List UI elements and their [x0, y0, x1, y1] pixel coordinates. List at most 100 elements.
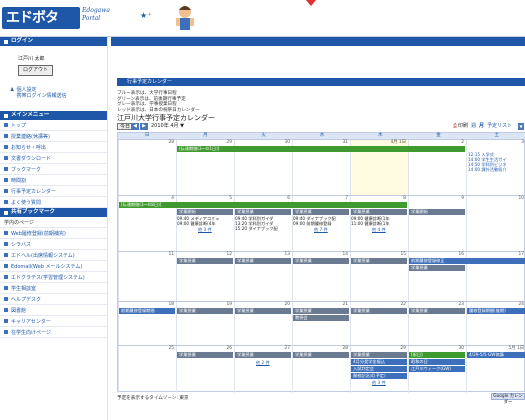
calendar-event[interactable]: [祝日]: [409, 352, 465, 358]
sidebar-item-main-6[interactable]: 行事予定カレンダー: [0, 186, 107, 197]
calendar-event[interactable]: 09:00 前期履修登録: [293, 221, 349, 227]
calendar-event[interactable]: 学業授業: [177, 308, 233, 314]
calendar-event[interactable]: 学業開始: [409, 209, 465, 215]
more-events-link[interactable]: 他 4 件: [372, 227, 386, 233]
calendar-event[interactable]: 学業授業: [351, 209, 407, 215]
calendar-event[interactable]: [伝達期間(3~4/8日)]: [119, 202, 407, 208]
day-number: 5月 1日: [508, 346, 524, 351]
day-cell[interactable]: 28: [118, 140, 176, 195]
settings-label: 個人設定 携帯ログイン情報送信: [16, 87, 67, 99]
sidebar-item-shared-3[interactable]: Edomail(Web メールシステム): [0, 261, 107, 272]
calendar-event[interactable]: 4/29-5/5 GW休講: [467, 352, 525, 358]
calendar-event[interactable]: 09:00 健康診断(4年: [177, 221, 233, 227]
calendar-event[interactable]: 学業授業: [235, 209, 291, 215]
calendar-event[interactable]: 履修登録期間(後期): [467, 308, 525, 314]
prev-month-button[interactable]: ◀: [131, 123, 139, 130]
calendar-toolbar: 今日 ◀ ▶ 2010年 4月 ▼ ⎙ 印刷 週 月 予定リスト ▼: [117, 123, 525, 131]
day-number: 28: [342, 346, 348, 351]
sidebar-item-shared-7[interactable]: 図書館: [0, 305, 107, 316]
calendar-event[interactable]: 学業授業: [235, 308, 291, 314]
month-calendar: 日 月 火 水 木 金 土 28 29 30 31 4月 1日 2 3 [伝達期…: [117, 132, 525, 393]
print-icon: ⎙: [453, 123, 458, 129]
calendar-event[interactable]: 学業授業: [177, 352, 233, 358]
week-row-4: 18 19 20 21 22 23 24 前期履修登録期間 学業授業 学業授業 …: [118, 301, 525, 345]
sidebar-item-label: ヘルプデスク: [11, 296, 42, 303]
login-title: ログイン: [11, 38, 34, 44]
calendar-event[interactable]: 江戸川ウィーク(GW): [409, 366, 465, 372]
square-icon: [4, 113, 8, 118]
more-events-link[interactable]: 他 7 件: [314, 227, 328, 233]
day-cell[interactable]: 10: [466, 196, 525, 251]
calendar-event[interactable]: 前期履修登録修正: [409, 258, 525, 264]
day-number: 15: [400, 252, 406, 257]
calendar-event[interactable]: 教授会: [293, 315, 349, 321]
month-selector[interactable]: 2010年 4月 ▼: [151, 123, 184, 130]
calendar-event[interactable]: 学業授業: [235, 258, 291, 264]
sidebar-item-main-4[interactable]: ブックマーク: [0, 164, 107, 175]
calendar-event[interactable]: 学業授業: [235, 352, 291, 358]
calendar-event[interactable]: 15:20 ダイナブック配: [235, 226, 291, 232]
more-events-link[interactable]: 他 3 件: [198, 227, 212, 233]
sidebar-item-main-0[interactable]: トップ: [0, 120, 107, 131]
agenda-dropdown-icon[interactable]: ▼: [518, 123, 524, 130]
more-events-link[interactable]: 他 2 件: [256, 360, 270, 366]
sidebar-item-main-2[interactable]: お知らせ・呼出: [0, 142, 107, 153]
timezone-label: 予定を表示するタイムゾーン: 東京: [117, 396, 189, 401]
calendar-event[interactable]: 前期履修登録期間: [119, 308, 175, 314]
main-content: 行事予定カレンダー ブルー表示は、大学行事日程 グリーン表示は、前後期行事予定 …: [111, 37, 525, 420]
calendar-event[interactable]: 学業開始: [177, 209, 233, 215]
calendar-event[interactable]: 学業授業: [409, 308, 465, 314]
calendar-event[interactable]: 昭和の日: [409, 359, 465, 365]
day-number: 23: [458, 302, 464, 307]
alert-arrow-icon: [306, 0, 316, 6]
logout-button[interactable]: ログアウト: [18, 65, 54, 76]
calendar-title: 江戸川大学行事予定カレンダー: [117, 114, 215, 122]
sidebar-item-shared-4[interactable]: エドクラテス(学習管理システム): [0, 272, 107, 283]
personal-settings-link[interactable]: ♟ 個人設定 携帯ログイン情報送信: [10, 87, 107, 99]
sidebar-item-main-5[interactable]: 時間割: [0, 175, 107, 186]
bullet-square-icon: [4, 200, 8, 204]
calendar-event[interactable]: 学業授業: [351, 258, 407, 264]
calendar-event[interactable]: 学業授業: [351, 352, 407, 358]
calendar-event[interactable]: 11:00 健康診断(1年: [351, 221, 407, 227]
calendar-event[interactable]: 学業授業: [293, 209, 349, 215]
sidebar-item-shared-0[interactable]: Web履修登録(前期補完): [0, 228, 107, 239]
portal-logo[interactable]: エドボタ: [2, 7, 80, 29]
calendar-event[interactable]: 学業授業: [177, 258, 233, 264]
sidebar-item-shared-8[interactable]: キャリアセンター: [0, 316, 107, 327]
sidebar: ログイン 江戸川 太郎 ログアウト ♟ 個人設定 携帯ログイン情報送信 メインメ…: [0, 37, 108, 420]
month-view-tab[interactable]: 月: [479, 123, 484, 130]
sidebar-item-label: トップ: [11, 122, 27, 129]
calendar-event[interactable]: [伝達期間(3~4/1日)]: [177, 146, 465, 152]
sidebar-item-main-1[interactable]: 授業連絡(休講等): [0, 131, 107, 142]
calendar-event[interactable]: 学業授業: [409, 265, 465, 271]
calendar-event[interactable]: 学業授業: [293, 258, 349, 264]
day-cell[interactable]: 25: [118, 346, 176, 393]
next-month-button[interactable]: ▶: [140, 123, 148, 130]
print-link[interactable]: ⎙ 印刷: [453, 123, 468, 130]
sidebar-item-main-7[interactable]: よく使う質問: [0, 197, 107, 208]
calendar-event[interactable]: 14:00 課外活動紹介: [468, 167, 507, 173]
calendar-event[interactable]: 学業授業: [351, 308, 407, 314]
sidebar-item-shared-5[interactable]: 学生相談室: [0, 283, 107, 294]
calendar-event[interactable]: 4月分奨学金振込: [351, 359, 407, 365]
sidebar-item-shared-9[interactable]: 在学生向けページ: [0, 327, 107, 338]
more-events-link[interactable]: 他 3 件: [372, 380, 386, 386]
sidebar-item-shared-6[interactable]: ヘルプデスク: [0, 294, 107, 305]
sidebar-item-main-3[interactable]: 文書ダウンロード: [0, 153, 107, 164]
sidebar-item-label: エドヘル(出席情報システム): [11, 252, 75, 259]
calendar-event[interactable]: 開校記念式(予定): [351, 373, 407, 379]
day-number: 30: [458, 346, 464, 351]
calendar-event[interactable]: 学業授業: [293, 352, 349, 358]
day-cell[interactable]: 11: [118, 252, 176, 301]
google-calendar-button[interactable]: Google カレンダー: [491, 393, 525, 405]
day-number: 11: [168, 252, 174, 257]
day-cell[interactable]: 9: [408, 196, 466, 251]
sidebar-item-shared-1[interactable]: シラバス: [0, 239, 107, 250]
calendar-event[interactable]: 入試判定会: [351, 366, 407, 372]
bullet-square-icon: [4, 231, 8, 235]
sidebar-item-shared-2[interactable]: エドヘル(出席情報システム): [0, 250, 107, 261]
agenda-view-tab[interactable]: 予定リスト: [487, 123, 512, 130]
calendar-event[interactable]: 学業授業: [293, 308, 349, 314]
week-view-tab[interactable]: 週: [471, 123, 476, 130]
